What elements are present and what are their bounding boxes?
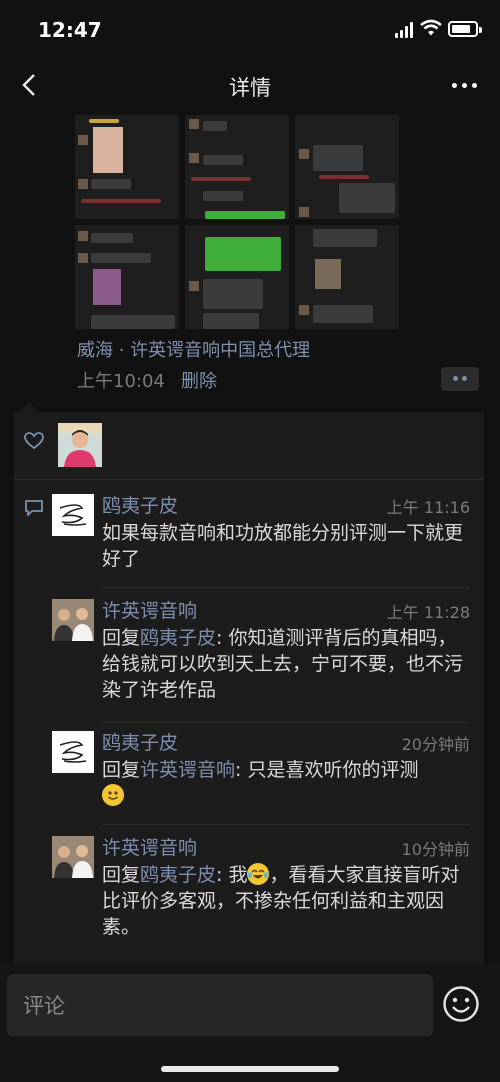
comment-icon [25, 500, 43, 516]
comment-divider [102, 824, 470, 825]
comment-item[interactable]: 鸥夷子皮 20分钟前 回复许英谔音响: 只是喜欢听你的评测 [52, 731, 472, 817]
heart-icon [24, 432, 44, 450]
comment-input[interactable]: 评论 [7, 974, 433, 1036]
comment-text: 回复鸥夷子皮: 你知道测评背后的真相吗，给钱就可以吹到天上去，宁可不要，也不污染… [102, 625, 472, 703]
comment-item[interactable]: 许英谔音响 10分钟前 回复鸥夷子皮: 我，看看大家直接盲听对比评价多客观，不掺… [52, 836, 472, 948]
post-image-3[interactable] [295, 115, 399, 219]
page-title: 详情 [229, 76, 271, 100]
status-time: 12:47 [38, 18, 102, 42]
status-bar: 12:47 [0, 0, 500, 60]
reply-to-name[interactable]: 鸥夷子皮 [140, 627, 216, 649]
battery-icon [448, 21, 482, 37]
liker-avatar[interactable] [58, 423, 102, 467]
reply-prefix: 回复 [102, 864, 141, 886]
wifi-icon [420, 19, 442, 36]
commenter-name[interactable]: 鸥夷子皮 [102, 491, 178, 518]
likes-row [14, 412, 484, 480]
comment-text: 回复鸥夷子皮: 我，看看大家直接盲听对比评价多客观，不掺杂任何利益和主观因素。 [102, 862, 472, 940]
smile-emoji-icon [102, 784, 124, 806]
commenter-avatar[interactable] [52, 836, 94, 878]
commenter-avatar[interactable] [52, 731, 94, 773]
signal-icon [395, 22, 415, 38]
post-image-6[interactable] [295, 225, 399, 329]
laughing-tears-emoji-icon [247, 863, 270, 885]
commenter-avatar[interactable] [52, 494, 94, 536]
home-indicator [161, 1066, 339, 1072]
post-time: 上午10:04 [77, 371, 165, 392]
comment-text: 回复许英谔音响: 只是喜欢听你的评测 [102, 757, 472, 809]
post-location-link[interactable]: 威海 · 许英谔音响中国总代理 [77, 336, 310, 362]
nav-bar: 详情 [0, 60, 500, 110]
reply-to-name[interactable]: 鸥夷子皮 [140, 864, 216, 886]
comment-input-placeholder: 评论 [23, 994, 65, 1018]
emoji-picker-icon[interactable] [442, 985, 480, 1023]
delete-link[interactable]: 删除 [181, 367, 217, 393]
reply-prefix: 回复 [102, 759, 141, 781]
post-image-4[interactable] [75, 225, 179, 329]
comment-time: 上午 11:16 [386, 498, 470, 517]
comment-time: 上午 11:28 [386, 603, 470, 622]
commenter-avatar[interactable] [52, 599, 94, 641]
panel-caret [20, 402, 38, 412]
commenter-name[interactable]: 许英谔音响 [102, 596, 197, 623]
comment-time: 10分钟前 [401, 840, 470, 859]
reply-body: : 只是喜欢听你的评测 [235, 759, 419, 781]
commenter-name[interactable]: 许英谔音响 [102, 833, 197, 860]
comment-time: 20分钟前 [401, 735, 470, 754]
post-image-grid [75, 115, 400, 330]
post-image-5[interactable] [185, 225, 289, 329]
comment-text: 如果每款音响和功放都能分别评测一下就更好了 [102, 522, 464, 570]
comment-divider [102, 722, 470, 723]
reply-body-start: : 我 [216, 864, 248, 886]
comment-item[interactable]: 许英谔音响 上午 11:28 回复鸥夷子皮: 你知道测评背后的真相吗，给钱就可以… [52, 599, 472, 713]
reply-prefix: 回复 [102, 627, 141, 649]
more-icon[interactable] [450, 72, 480, 98]
post-actions-button[interactable] [441, 367, 479, 391]
comment-divider [102, 587, 470, 588]
comment-item[interactable]: 鸥夷子皮 上午 11:16 如果每款音响和功放都能分别评测一下就更好了 [52, 494, 472, 584]
commenter-name[interactable]: 鸥夷子皮 [102, 728, 178, 755]
post-image-1[interactable] [75, 115, 179, 219]
reply-to-name[interactable]: 许英谔音响 [140, 759, 235, 781]
post-image-2[interactable] [185, 115, 289, 219]
